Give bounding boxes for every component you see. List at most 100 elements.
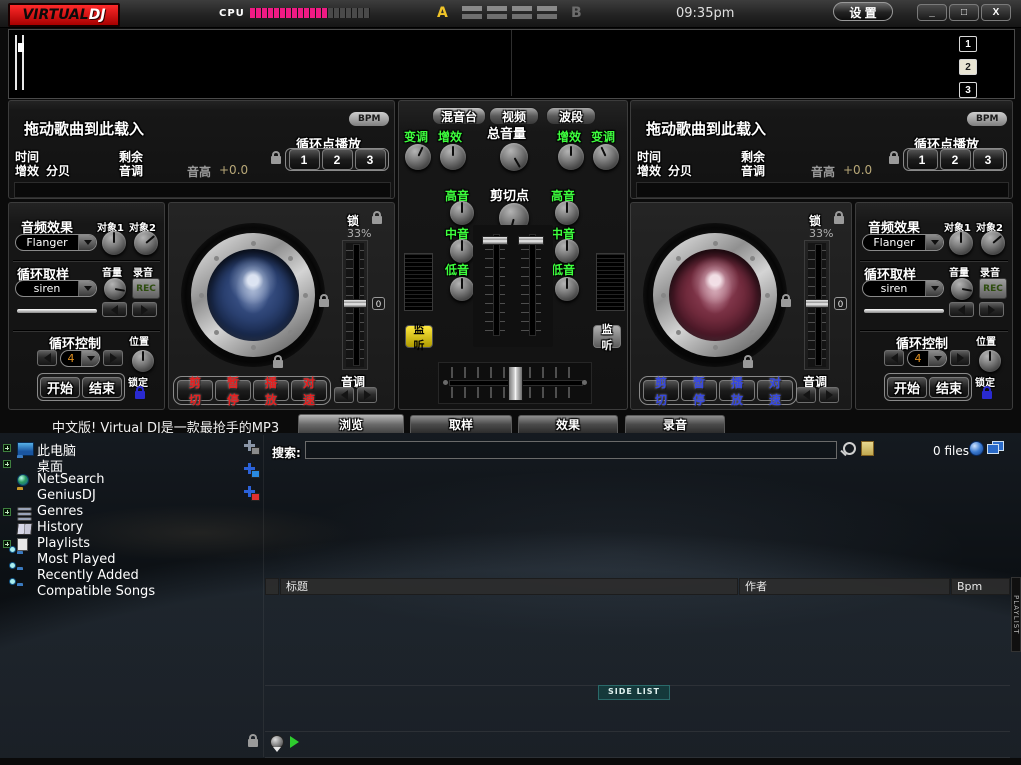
- column-header-blank[interactable]: [265, 578, 279, 595]
- wave-zoom-1-button[interactable]: 1: [959, 36, 977, 52]
- fx-a-prev-button[interactable]: [102, 302, 127, 317]
- pitch-slider-left[interactable]: [342, 240, 368, 370]
- column-header-bpm[interactable]: Bpm: [951, 578, 1010, 595]
- lock-icon[interactable]: [273, 360, 283, 368]
- fx-a-loop-length-select[interactable]: 4: [60, 350, 100, 367]
- jog-a-key-down-button[interactable]: [334, 387, 354, 403]
- volume-fader-right[interactable]: [518, 231, 544, 339]
- deck-b-cue-1-button[interactable]: 1: [907, 149, 938, 170]
- fx-b-prev-button[interactable]: [949, 302, 974, 317]
- deck-b-play-button[interactable]: 播放: [719, 380, 755, 401]
- deck-a-cue-2-button[interactable]: 2: [322, 149, 353, 170]
- fx-a-volume-knob[interactable]: [104, 278, 126, 300]
- lock-icon[interactable]: [271, 156, 281, 164]
- mixer-right-gain-knob[interactable]: [558, 144, 584, 170]
- chevron-down-icon[interactable]: [78, 281, 96, 296]
- fx-b-obj1-knob[interactable]: [949, 231, 973, 255]
- fx-b-sample-position-slider[interactable]: [864, 309, 944, 313]
- sidelist-play-icon[interactable]: [290, 736, 299, 748]
- column-header-title[interactable]: 标题: [280, 578, 738, 595]
- deck-a-bpm-badge[interactable]: BPM: [349, 112, 389, 126]
- deck-a-sync-button[interactable]: 对速: [291, 380, 327, 401]
- lock-icon[interactable]: [781, 299, 791, 307]
- tab-browse[interactable]: 浏览: [298, 414, 404, 434]
- chevron-down-icon[interactable]: [928, 351, 946, 366]
- chevron-down-icon[interactable]: [81, 351, 99, 366]
- tree-item-desktop[interactable]: 桌面: [0, 456, 260, 472]
- tree-item-history[interactable]: History: [0, 520, 260, 536]
- monitor-left-button[interactable]: 监听: [405, 325, 433, 348]
- deck-a-cut-button[interactable]: 剪切: [177, 380, 213, 401]
- fx-b-sample-select[interactable]: siren: [862, 280, 944, 297]
- tree-item-recently-added[interactable]: Recently Added: [0, 568, 260, 584]
- fx-a-obj2-knob[interactable]: [134, 231, 158, 255]
- eq-low-left-knob[interactable]: [450, 277, 474, 301]
- column-header-artist[interactable]: 作者: [739, 578, 950, 595]
- fx-b-obj2-knob[interactable]: [981, 231, 1005, 255]
- settings-button[interactable]: 设 置: [833, 2, 893, 21]
- fx-b-loop-start-button[interactable]: 开始: [887, 377, 927, 398]
- add-folder-button[interactable]: [244, 440, 260, 455]
- mixer-left-gain-knob[interactable]: [440, 144, 466, 170]
- search-notes-icon[interactable]: [861, 441, 874, 456]
- lock-icon[interactable]: [248, 739, 258, 747]
- fx-b-rec-button[interactable]: REC: [979, 278, 1007, 299]
- chevron-down-icon[interactable]: [78, 235, 96, 250]
- tab-sampler[interactable]: 取样: [410, 415, 512, 433]
- tree-item-compatible-songs[interactable]: Compatible Songs: [0, 584, 260, 600]
- lock-icon[interactable]: [834, 216, 844, 224]
- search-input[interactable]: [305, 441, 837, 459]
- deck-a-cue-3-button[interactable]: 3: [355, 149, 386, 170]
- jog-b-key-down-button[interactable]: [796, 387, 816, 403]
- crossfader[interactable]: [438, 362, 592, 404]
- expand-icon[interactable]: [3, 444, 11, 452]
- tab-mixer[interactable]: 混音台: [432, 107, 486, 125]
- fx-a-loop-start-button[interactable]: 开始: [40, 377, 80, 398]
- fx-b-loop-half-button[interactable]: [884, 350, 904, 366]
- jog-wheel-right[interactable]: [643, 223, 787, 367]
- volume-fader-left[interactable]: [482, 231, 508, 339]
- fx-b-volume-knob[interactable]: [951, 278, 973, 300]
- waveform-display[interactable]: 1 2 3: [8, 29, 1015, 99]
- fx-a-obj1-knob[interactable]: [102, 231, 126, 255]
- tab-eq[interactable]: 波段: [546, 107, 596, 125]
- fx-b-position-knob[interactable]: [979, 350, 1001, 372]
- deck-b-cue-2-button[interactable]: 2: [940, 149, 971, 170]
- jog-b-key-up-button[interactable]: [819, 387, 839, 403]
- add-virtual-folder-button[interactable]: [244, 463, 260, 478]
- fx-a-loop-double-button[interactable]: [103, 350, 123, 366]
- search-icon[interactable]: [843, 442, 856, 455]
- tree-item-netsearch[interactable]: NetSearch: [0, 472, 260, 488]
- deck-b-cue-3-button[interactable]: 3: [973, 149, 1004, 170]
- fx-a-effect-select[interactable]: Flanger: [15, 234, 97, 251]
- close-button[interactable]: X: [981, 4, 1011, 21]
- deck-b-sync-button[interactable]: 对速: [757, 380, 793, 401]
- lock-icon[interactable]: [135, 391, 145, 399]
- tree-item-this-pc[interactable]: 此电脑: [0, 440, 260, 456]
- netsearch-icon[interactable]: [969, 441, 984, 456]
- add-filter-folder-button[interactable]: [244, 486, 260, 501]
- deck-b-pause-button[interactable]: 暂停: [681, 380, 717, 401]
- pitch-slider-right[interactable]: [804, 240, 830, 370]
- fx-a-next-button[interactable]: [132, 302, 157, 317]
- chevron-down-icon[interactable]: [925, 235, 943, 250]
- jog-b-pitch-reset-button[interactable]: 0: [834, 297, 847, 310]
- tree-item-genres[interactable]: Genres: [0, 504, 260, 520]
- pitch-slider-handle[interactable]: [805, 299, 829, 308]
- minimize-button[interactable]: _: [917, 4, 947, 21]
- deck-b-bpm-badge[interactable]: BPM: [967, 112, 1007, 126]
- jog-wheel-left[interactable]: [181, 223, 325, 367]
- fx-b-loop-end-button[interactable]: 结束: [929, 377, 969, 398]
- monitor-right-button[interactable]: 监听: [593, 325, 621, 348]
- wave-zoom-2-button[interactable]: 2: [959, 59, 977, 75]
- tree-item-most-played[interactable]: Most Played: [0, 552, 260, 568]
- jog-a-key-up-button[interactable]: [357, 387, 377, 403]
- eq-mid-left-knob[interactable]: [450, 239, 474, 263]
- lock-icon[interactable]: [982, 391, 992, 399]
- deck-a-pause-button[interactable]: 暂停: [215, 380, 251, 401]
- tree-item-playlists[interactable]: Playlists: [0, 536, 260, 552]
- fx-a-sample-position-slider[interactable]: [17, 309, 97, 313]
- fader-handle[interactable]: [518, 236, 544, 245]
- deck-a-cue-1-button[interactable]: 1: [289, 149, 320, 170]
- wave-zoom-3-button[interactable]: 3: [959, 82, 977, 98]
